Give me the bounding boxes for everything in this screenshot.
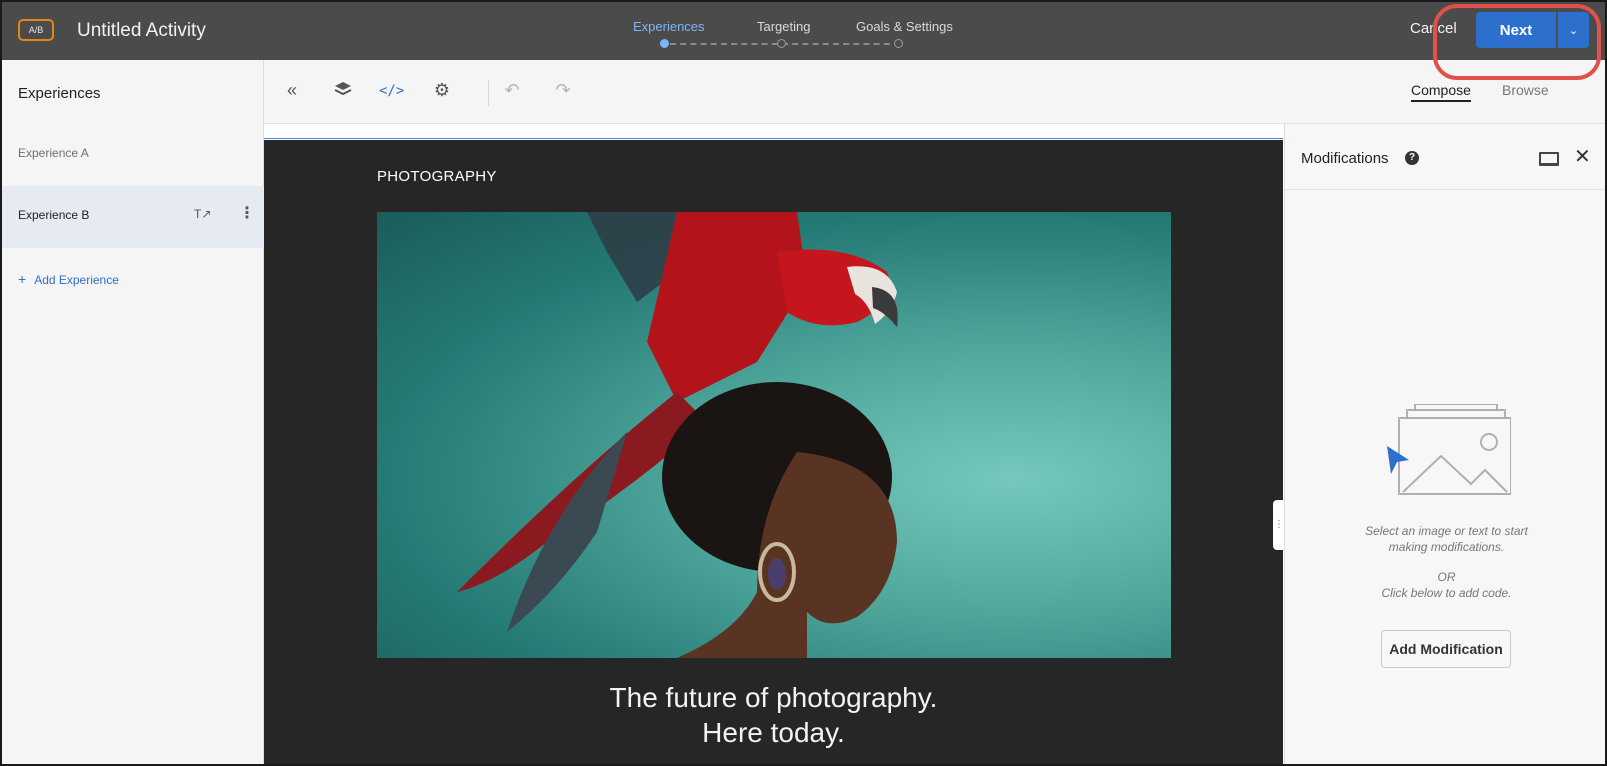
plus-icon: + [18, 271, 27, 287]
redo-icon[interactable]: ↷ [551, 80, 575, 101]
step-targeting[interactable]: Targeting [757, 19, 810, 34]
experience-label: Experience B [18, 208, 90, 222]
next-options-button[interactable]: ⌄ [1557, 12, 1589, 48]
sidebar-title: Experiences [18, 85, 101, 102]
device-view-icon[interactable] [1539, 152, 1559, 166]
tab-compose[interactable]: Compose [1411, 82, 1471, 102]
top-bar: A/B Untitled Activity Experiences Target… [0, 0, 1607, 60]
experience-label: Experience A [18, 146, 89, 160]
add-experience-label: Add Experience [34, 273, 119, 287]
empty-state-illustration [1381, 403, 1512, 509]
undo-icon[interactable]: ↶ [500, 80, 524, 101]
modifications-header: Modifications ? ✕ [1285, 124, 1607, 190]
chevron-down-icon: ⌄ [1568, 24, 1579, 37]
tagline-line-1[interactable]: The future of photography. [264, 682, 1283, 714]
experience-item-a[interactable]: Experience A [0, 124, 264, 186]
code-icon[interactable]: </> [379, 83, 404, 99]
step-dot-experiences [660, 39, 669, 48]
hint-text-3: Click below to add code. [1381, 586, 1512, 600]
modifications-panel: Modifications ? ✕ Select an image or tex… [1284, 124, 1607, 766]
more-options-icon[interactable]: ⋮ [239, 203, 255, 223]
workflow-steps: Experiences Targeting Goals & Settings [620, 0, 980, 60]
hint-or: OR [1437, 570, 1456, 584]
step-goals-settings[interactable]: Goals & Settings [856, 19, 953, 34]
canvas-top-strip [264, 124, 1283, 139]
activity-title[interactable]: Untitled Activity [77, 20, 206, 42]
toolbar-divider [488, 80, 489, 106]
step-experiences[interactable]: Experiences [633, 19, 705, 34]
tab-browse[interactable]: Browse [1502, 82, 1549, 98]
rename-icon[interactable]: T↗ [194, 207, 211, 221]
close-icon[interactable]: ✕ [1574, 144, 1591, 169]
page-canvas[interactable]: PHOTOGRAPHY The future of photography. H… [264, 140, 1283, 766]
settings-icon[interactable]: ⚙ [430, 80, 454, 101]
cancel-button[interactable]: Cancel [1410, 20, 1457, 37]
step-dot-goals [894, 39, 903, 48]
hint-text-2: making modifications. [1388, 540, 1505, 554]
layers-icon[interactable] [331, 80, 355, 103]
page-heading[interactable]: PHOTOGRAPHY [377, 168, 497, 185]
hint-text-1: Select an image or text to start [1365, 524, 1528, 538]
editor-toolbar: « </> ⚙ ↶ ↷ Compose Browse [264, 60, 1607, 124]
step-dot-targeting [777, 39, 786, 48]
hero-image[interactable] [377, 212, 1171, 658]
experience-item-b[interactable]: Experience B T↗ ⋮ [0, 186, 264, 248]
activity-type-badge: A/B [18, 19, 54, 41]
tagline-line-2[interactable]: Here today. [264, 717, 1283, 749]
help-icon[interactable]: ? [1405, 151, 1419, 165]
next-button[interactable]: Next [1476, 12, 1556, 48]
add-modification-button[interactable]: Add Modification [1381, 630, 1511, 668]
experiences-sidebar: Experiences Experience A Experience B T↗… [0, 60, 264, 766]
modifications-title: Modifications [1301, 150, 1389, 167]
collapse-left-icon[interactable]: « [280, 80, 304, 101]
add-experience-link[interactable]: + Add Experience [18, 271, 119, 287]
